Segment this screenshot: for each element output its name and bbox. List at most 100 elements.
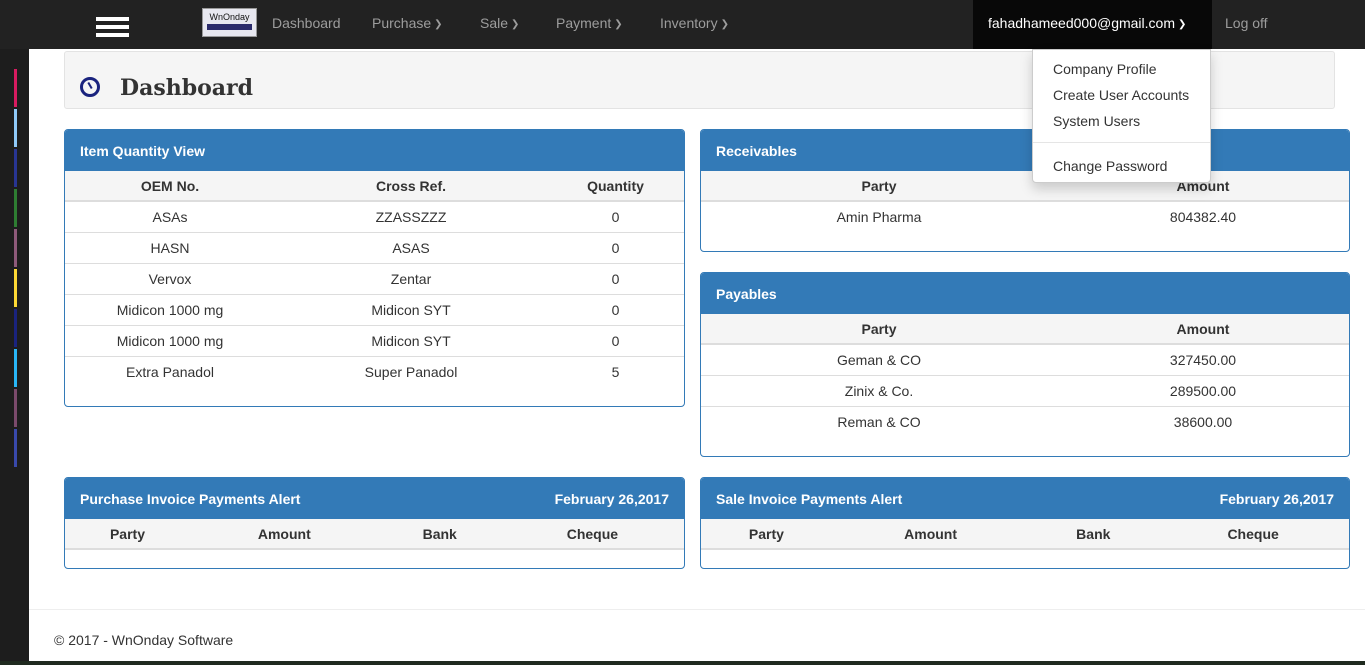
strip-accent: [14, 69, 17, 107]
strip-accent: [14, 349, 17, 387]
table-cell: 5: [547, 355, 684, 387]
column-header: Quantity: [547, 171, 684, 202]
chevron-down-icon: ❯: [1178, 19, 1187, 30]
menu-divider: [1033, 142, 1210, 143]
logo-bar: [207, 24, 252, 30]
strip-accent: [14, 429, 17, 467]
panel-heading: Receivables: [701, 130, 1349, 171]
table-row: Midicon 1000 mg Midicon SYT 0: [65, 324, 684, 356]
item-quantity-table: OEM No. Cross Ref. Quantity ASAs ZZASSZZZ…: [65, 171, 684, 387]
user-dropdown-menu: Company Profile Create User Accounts Sys…: [1032, 49, 1211, 183]
table-cell: 0: [547, 324, 684, 356]
purchase-alert-table: Party Amount Bank Cheque: [65, 519, 684, 550]
table-cell: ASAS: [275, 231, 547, 263]
panel-title: Purchase Invoice Payments Alert: [80, 491, 301, 507]
sale-alert-panel: Sale Invoice Payments Alert February 26,…: [700, 477, 1350, 569]
column-header: Cross Ref.: [275, 171, 547, 202]
user-email-label: fahadhameed000@gmail.com: [988, 15, 1175, 31]
nav-dashboard[interactable]: Dashboard: [272, 15, 341, 31]
table-row: Geman & CO 327450.00: [701, 344, 1349, 375]
table-row: Midicon 1000 mg Midicon SYT 0: [65, 293, 684, 325]
menu-item-company-profile[interactable]: Company Profile: [1053, 61, 1157, 77]
panel-title: Receivables: [716, 143, 797, 159]
strip-accent: [14, 389, 17, 427]
nav-payment-label: Payment: [556, 15, 612, 31]
table-cell: 0: [547, 231, 684, 263]
panel-title: Sale Invoice Payments Alert: [716, 491, 903, 507]
strip-accent: [14, 149, 17, 187]
footer-copyright: © 2017 - WnOnday Software: [54, 632, 234, 648]
purchase-alert-panel: Purchase Invoice Payments Alert February…: [64, 477, 685, 569]
top-navbar: WnOnday Dashboard Purchase ❯ Sale ❯ Paymen…: [0, 0, 1365, 49]
nav-sale-label: Sale: [480, 15, 509, 31]
panel-title: Item Quantity View: [80, 143, 205, 159]
table-row: HASN ASAS 0: [65, 231, 684, 263]
table-row: Vervox Zentar 0: [65, 262, 684, 294]
window-bottom-edge: [0, 661, 1365, 665]
logo-text: WnOnday: [209, 12, 250, 22]
user-menu-toggle[interactable]: fahadhameed000@gmail.com ❯: [973, 0, 1212, 49]
nav-purchase[interactable]: Purchase ❯: [372, 15, 443, 31]
column-header: Party: [701, 171, 1057, 202]
chevron-down-icon: ❯: [720, 19, 729, 30]
menu-item-create-user-accounts[interactable]: Create User Accounts: [1053, 87, 1189, 103]
page-title: Dashboard: [120, 75, 253, 101]
nav-sale[interactable]: Sale ❯: [480, 15, 519, 31]
table-cell: Reman & CO: [701, 405, 1057, 437]
strip-accent: [14, 269, 17, 307]
alert-date: February 26,2017: [1219, 491, 1334, 507]
strip-accent: [14, 309, 17, 347]
strip-accent: [14, 109, 17, 147]
column-header: Amount: [189, 519, 379, 550]
dashboard-gauge-icon: [80, 77, 100, 97]
panel-title: Payables: [716, 286, 777, 302]
receivables-table: Party Amount Amin Pharma 804382.40: [701, 171, 1349, 232]
column-header: Amount: [831, 519, 1030, 550]
table-cell: 38600.00: [1057, 405, 1349, 437]
hamburger-menu-icon[interactable]: [96, 17, 129, 47]
table-cell: Geman & CO: [836, 351, 922, 368]
nav-inventory-label: Inventory: [660, 15, 718, 31]
table-cell: Amin Pharma: [836, 209, 922, 225]
menu-item-system-users[interactable]: System Users: [1053, 113, 1140, 129]
table-cell: Extra Panadol: [65, 355, 275, 387]
panel-heading: Item Quantity View: [65, 130, 684, 171]
item-quantity-panel: Item Quantity View OEM No. Cross Ref. Qu…: [64, 129, 685, 407]
logoff-link[interactable]: Log off: [1225, 15, 1268, 31]
menu-item-change-password[interactable]: Change Password: [1053, 158, 1167, 174]
nav-inventory[interactable]: Inventory ❯: [660, 15, 729, 31]
chevron-down-icon: ❯: [511, 19, 520, 30]
user-email: fahadhameed000@gmail.com ❯: [988, 15, 1186, 31]
payables-panel: Payables Party Amount Geman & CO 327450.0…: [700, 272, 1350, 457]
nav-payment[interactable]: Payment ❯: [556, 15, 623, 31]
panel-heading: Payables: [701, 273, 1349, 314]
chevron-down-icon: ❯: [434, 19, 443, 30]
table-cell: Midicon SYT: [275, 324, 547, 356]
table-cell: 0: [611, 208, 620, 225]
table-row: Zinix & Co. 289500.00: [701, 374, 1349, 406]
table-cell: 0: [547, 262, 684, 294]
column-header: Party: [65, 519, 190, 550]
panel-heading: Sale Invoice Payments Alert February 26,…: [701, 478, 1349, 519]
app-logo[interactable]: WnOnday: [202, 8, 257, 37]
table-cell: 289500.00: [1057, 374, 1349, 406]
table-cell: Midicon 1000 mg: [65, 293, 275, 325]
column-header: Cheque: [500, 519, 684, 550]
payables-table: Party Amount Geman & CO 327450.00 Zinix &…: [701, 314, 1349, 437]
table-cell: Zentar: [275, 262, 547, 294]
table-row: Reman & CO 38600.00: [701, 405, 1349, 437]
column-header: Bank: [1029, 519, 1158, 550]
column-header: Cheque: [1157, 519, 1349, 550]
footer-divider: [29, 609, 1365, 610]
column-header: Amount: [1057, 314, 1349, 345]
receivables-panel: Receivables Party Amount Amin Pharma 8043…: [700, 129, 1350, 252]
panel-heading: Purchase Invoice Payments Alert February…: [65, 478, 684, 519]
column-header: Bank: [378, 519, 501, 550]
column-header: Party: [701, 519, 832, 550]
table-cell: 804382.40: [1169, 209, 1237, 225]
table-cell: Midicon SYT: [275, 293, 547, 325]
column-header: OEM No.: [65, 171, 275, 202]
table-row: Extra Panadol Super Panadol 5: [65, 355, 684, 387]
alert-date: February 26,2017: [554, 491, 669, 507]
table-cell: 0: [547, 293, 684, 325]
